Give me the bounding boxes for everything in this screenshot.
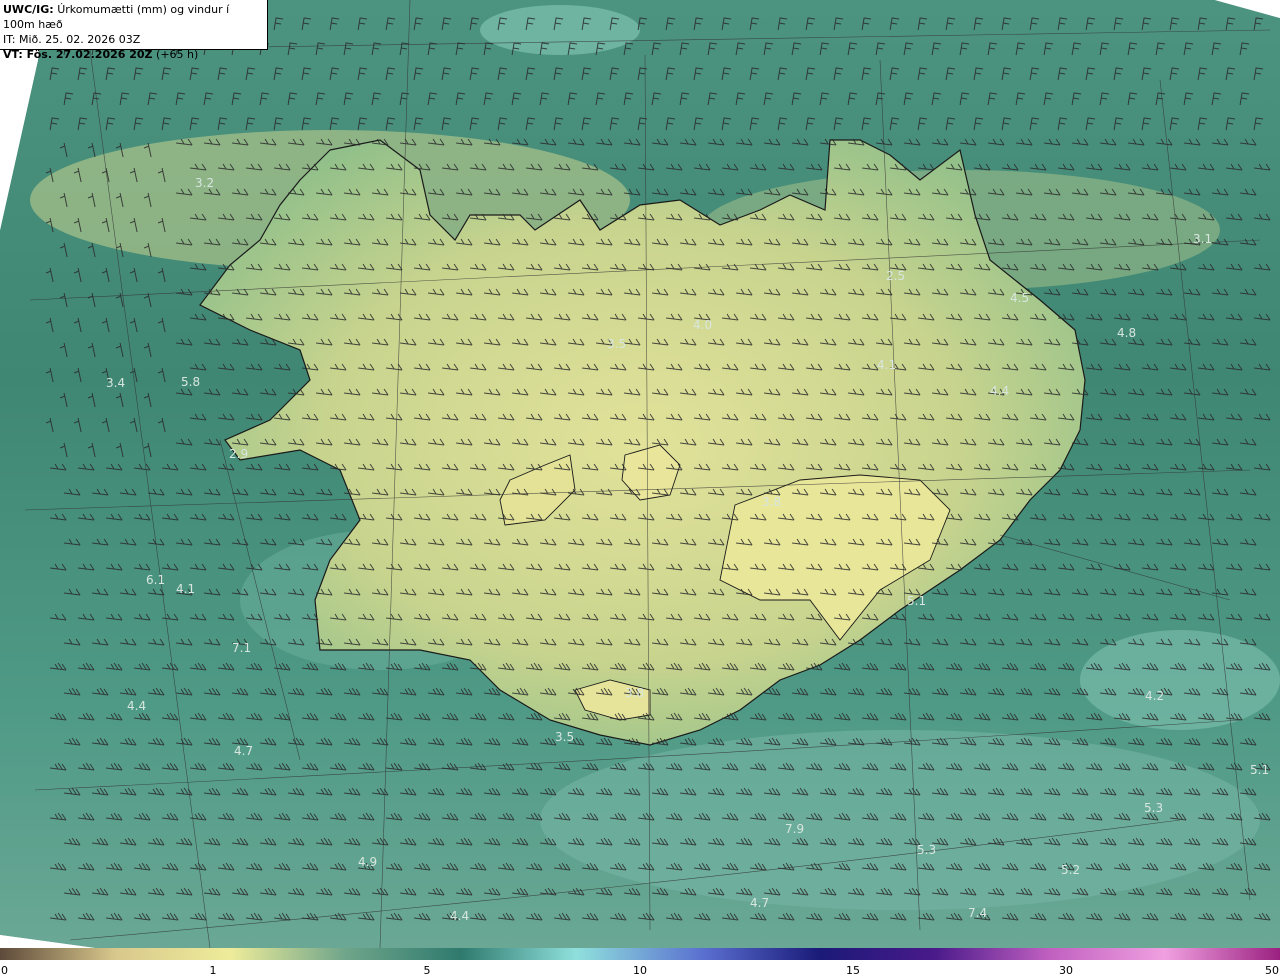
precip-max-label: 2.5: [886, 269, 905, 283]
precip-max-label: 5.1: [1250, 763, 1269, 777]
title-line: UWC/IG: Úrkomumætti (mm) og vindur í 100…: [3, 2, 264, 32]
init-time: IT: Mið. 25. 02. 2026 03Z: [3, 33, 141, 46]
precip-max-label: 3.8: [625, 686, 644, 700]
forecast-lead: (+65 h): [152, 48, 199, 61]
valid-time-line: VT: Fös. 27.02.2026 20Z (+65 h): [3, 47, 264, 62]
precip-max-label: 4.4: [990, 384, 1009, 398]
colorbar-tick: 1: [209, 964, 217, 977]
colorbar-tick: 50: [1265, 964, 1279, 977]
precip-max-label: 4.7: [234, 744, 253, 758]
precip-max-label: 7.4: [968, 906, 987, 920]
colorbar-tick: 10: [633, 964, 647, 977]
precip-max-label: 7.9: [785, 822, 804, 836]
precip-max-label: 7.1: [232, 641, 251, 655]
precip-max-label: 5.3: [1144, 801, 1163, 815]
precip-max-label: 3.1: [1193, 232, 1212, 246]
precip-max-label: 4.8: [1117, 326, 1136, 340]
valid-time: VT: Fös. 27.02.2026 20Z: [3, 48, 153, 61]
precip-max-label: 4.5: [1010, 291, 1029, 305]
precip-max-label: 3.2: [195, 176, 214, 190]
colorbar-tick: 15: [846, 964, 860, 977]
colorbar-tick: 5: [423, 964, 431, 977]
precip-max-label: 4.2: [1145, 689, 1164, 703]
colorbar-tick: 0: [1, 964, 8, 977]
colorbar-strip: [0, 948, 1280, 960]
precip-max-label: 4.9: [358, 855, 377, 869]
precip-max-label: 4.7: [750, 896, 769, 910]
precip-max-label: 5.3: [917, 843, 936, 857]
precip-max-label: 3.5: [555, 730, 574, 744]
precip-max-label: 5.2: [1061, 863, 1080, 877]
precip-max-label: 3.8: [762, 495, 781, 509]
map-info-box: UWC/IG: Úrkomumætti (mm) og vindur í 100…: [0, 0, 268, 61]
precip-max-label: 4.4: [450, 909, 469, 923]
model-name: UWC/IG:: [3, 3, 54, 16]
precip-max-label: 4.4: [127, 699, 146, 713]
precip-max-label: 4.0: [693, 318, 712, 332]
precipitation-wind-map: 3.2 3.1 2.5 4.5 4.8 4.1 4.4 3.5 4.0 3.4 5.8 2.9 3.8 6…: [0, 0, 1280, 948]
colorbar: 0 1 5 10 15 30 50: [0, 948, 1280, 978]
precip-max-label: 5.1: [907, 594, 926, 608]
precip-max-label: 5.8: [181, 375, 200, 389]
precip-max-label: 3.5: [607, 337, 626, 351]
precip-max-label: 4.1: [877, 358, 896, 372]
precip-max-label: 3.4: [106, 376, 125, 390]
precip-max-label: 4.1: [176, 582, 195, 596]
colorbar-tick: 30: [1059, 964, 1073, 977]
precip-max-label: 2.9: [229, 447, 248, 461]
precip-max-label: 6.1: [146, 573, 165, 587]
